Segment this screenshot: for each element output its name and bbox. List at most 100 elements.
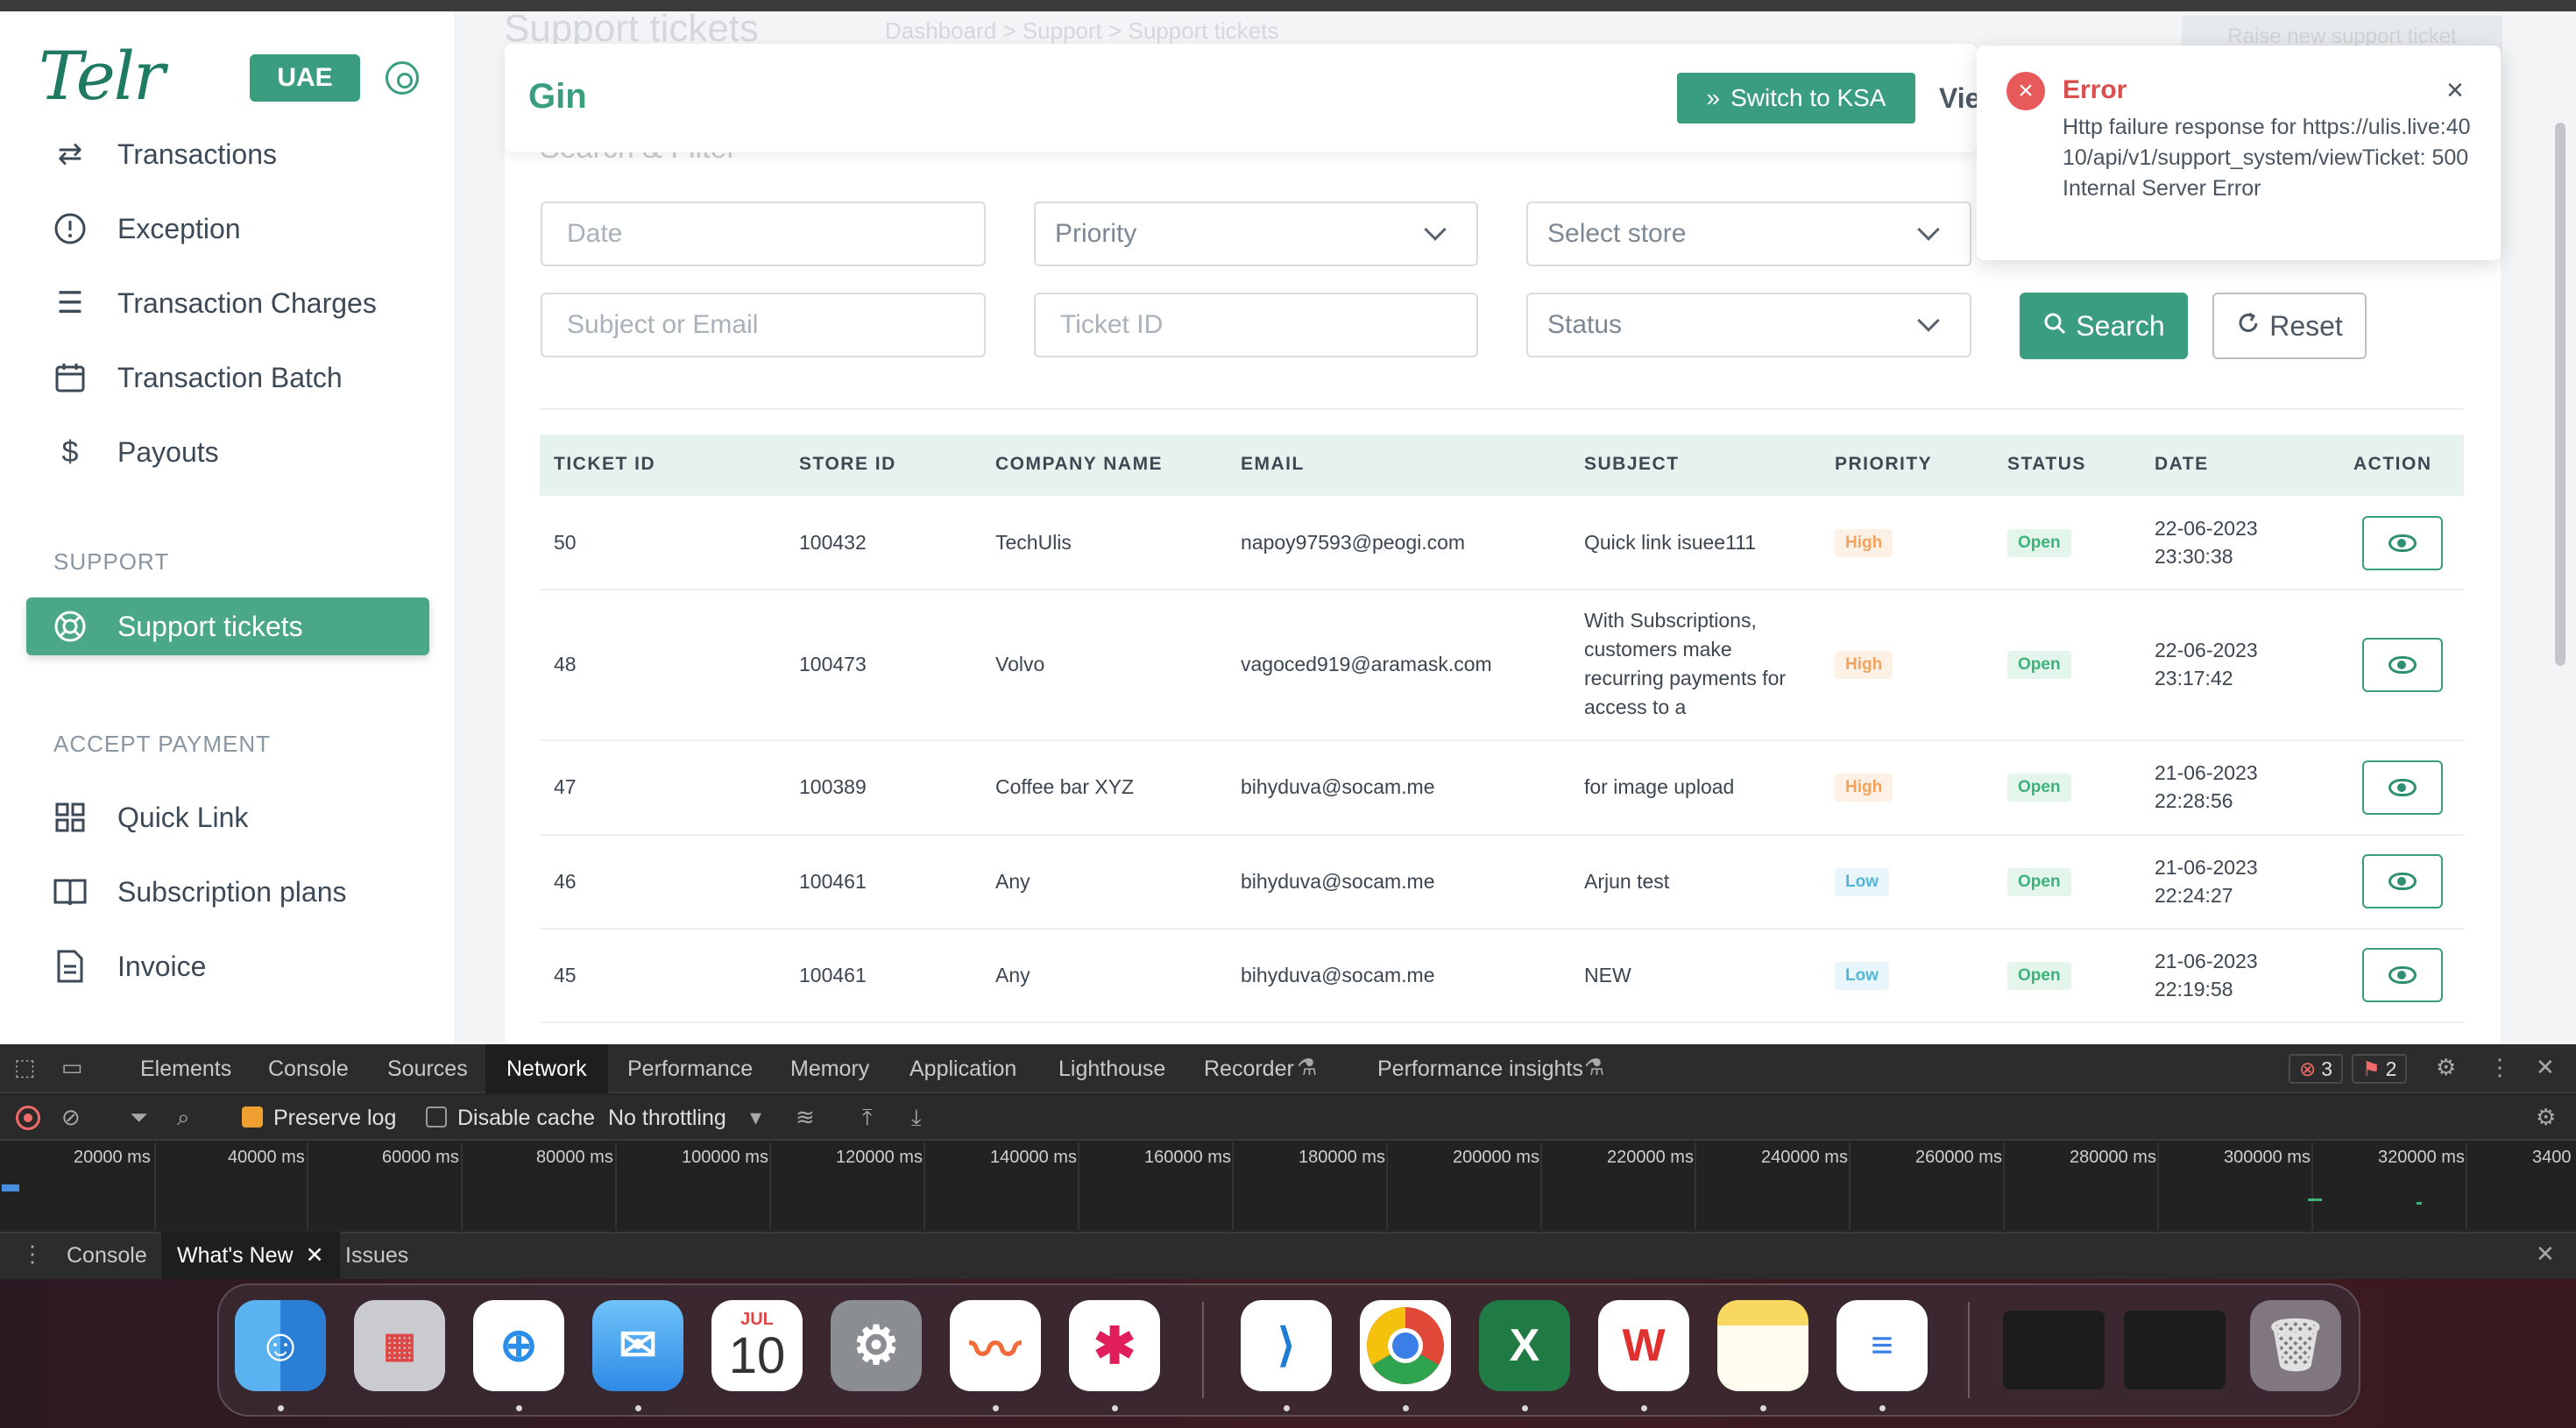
drawer-tab-whats-new[interactable]: What's New ✕ xyxy=(161,1232,340,1279)
view-link-partial[interactable]: Vie xyxy=(1939,82,1980,115)
tab-memory[interactable]: Memory xyxy=(769,1044,890,1093)
gear-icon[interactable]: ⚙ xyxy=(2536,1104,2556,1131)
tab-performance-insights[interactable]: Performance insights xyxy=(1356,1044,1604,1093)
tab-elements[interactable]: Elements xyxy=(119,1044,252,1093)
finder-icon[interactable]: ☺ xyxy=(235,1300,326,1391)
throttling-select[interactable]: No throttling xyxy=(608,1106,726,1131)
subject-cell: Arjun test xyxy=(1584,870,1670,893)
view-ticket-button[interactable] xyxy=(2362,516,2443,570)
sidebar-item-subscription-plans[interactable]: Subscription plans xyxy=(26,863,429,921)
upload-icon[interactable]: ⤒ xyxy=(862,1104,873,1132)
close-icon[interactable]: × xyxy=(2446,74,2464,108)
clear-icon[interactable]: ⊘ xyxy=(61,1104,81,1131)
sidebar-item-exception[interactable]: Exception xyxy=(26,200,429,258)
tab-console[interactable]: Console xyxy=(247,1044,370,1093)
view-ticket-button[interactable] xyxy=(2362,854,2443,908)
column-header[interactable]: ACTION xyxy=(2353,454,2432,475)
chrome-icon[interactable] xyxy=(1360,1300,1451,1391)
region-button[interactable]: UAE xyxy=(250,54,360,102)
column-header[interactable]: DATE xyxy=(2155,454,2209,475)
tick-line xyxy=(1695,1142,1696,1230)
column-header[interactable]: STATUS xyxy=(2007,454,2086,475)
tab-performance[interactable]: Performance xyxy=(606,1044,774,1093)
close-icon[interactable]: ✕ xyxy=(306,1242,324,1269)
gear-icon[interactable]: ⚙ xyxy=(2436,1054,2456,1081)
column-header[interactable]: SUBJECT xyxy=(1584,454,1680,475)
close-icon[interactable]: ✕ xyxy=(2536,1054,2555,1081)
telr-logo[interactable]: Telr xyxy=(39,37,165,115)
sidebar-item-quick-link[interactable]: Quick Link xyxy=(26,788,429,846)
column-header[interactable]: STORE ID xyxy=(799,454,896,475)
disable-cache-checkbox[interactable] xyxy=(426,1106,447,1128)
ticket-id-input[interactable]: Ticket ID xyxy=(1034,293,1478,357)
subject-email-input[interactable]: Subject or Email xyxy=(541,293,986,357)
chevron-down-icon[interactable]: ▾ xyxy=(750,1104,761,1131)
sidebar-item-invoice[interactable]: Invoice xyxy=(26,937,429,995)
search-button[interactable]: Search xyxy=(2020,293,2188,359)
freeform-icon[interactable]: 〰 xyxy=(950,1300,1041,1391)
device-toggle-icon[interactable]: ▭ xyxy=(61,1054,83,1081)
mail-icon[interactable]: ✉ xyxy=(592,1300,683,1391)
drawer-tab-issues[interactable]: Issues xyxy=(329,1232,424,1279)
more-vertical-icon[interactable]: ⋮ xyxy=(2488,1054,2511,1081)
view-ticket-button[interactable] xyxy=(2362,760,2443,815)
window-thumbnail-notes[interactable] xyxy=(2003,1311,2105,1389)
date-input[interactable]: Date xyxy=(541,201,986,266)
timeline-tick: 120000 ms xyxy=(836,1148,923,1167)
scrollbar[interactable] xyxy=(2555,123,2565,666)
sidebar-item-payouts[interactable]: $ Payouts xyxy=(26,423,429,481)
subject-cell: With Subscriptions, customers make recur… xyxy=(1584,609,1787,718)
filter-icon[interactable]: ⏷ xyxy=(130,1104,148,1132)
sidebar-item-transactions[interactable]: ⇄ Transactions xyxy=(26,125,429,183)
tab-recorder[interactable]: Recorder xyxy=(1183,1044,1315,1093)
preserve-log-checkbox[interactable] xyxy=(242,1106,263,1128)
close-icon[interactable]: ✕ xyxy=(2536,1241,2555,1268)
window-thumbnail-vscode[interactable] xyxy=(2124,1311,2226,1389)
search-icon[interactable]: ⌕ xyxy=(177,1104,190,1132)
tab-sources[interactable]: Sources xyxy=(366,1044,489,1093)
timeline-tick: 180000 ms xyxy=(1299,1148,1385,1167)
view-ticket-button[interactable] xyxy=(2362,638,2443,692)
record-icon[interactable] xyxy=(16,1106,40,1130)
priority-select[interactable]: Priority xyxy=(1034,201,1478,266)
view-ticket-button[interactable] xyxy=(2362,948,2443,1002)
column-header[interactable]: COMPANY NAME xyxy=(995,454,1163,475)
network-conditions-icon[interactable]: ≋ xyxy=(796,1104,815,1131)
launchpad-icon[interactable]: ▦ xyxy=(354,1300,445,1391)
column-header[interactable]: EMAIL xyxy=(1241,454,1305,475)
slack-icon[interactable]: ✱ xyxy=(1069,1300,1160,1391)
excel-icon[interactable]: X xyxy=(1479,1300,1570,1391)
notes-icon[interactable] xyxy=(1717,1300,1808,1391)
inspect-element-icon[interactable]: ⬚ xyxy=(14,1054,36,1081)
reset-button[interactable]: Reset xyxy=(2212,293,2367,359)
date-cell: 21-06-2023 xyxy=(2155,761,2258,784)
row-divider xyxy=(540,834,2464,836)
sidebar-item-support-tickets[interactable]: Support tickets xyxy=(26,597,429,655)
download-icon[interactable]: ⤓ xyxy=(911,1104,922,1132)
error-counter[interactable]: ⊗ 3 xyxy=(2289,1054,2344,1084)
tab-lighthouse[interactable]: Lighthouse xyxy=(1037,1044,1186,1093)
system-settings-icon[interactable]: ⚙ xyxy=(831,1300,922,1391)
more-vertical-icon[interactable]: ⋮ xyxy=(21,1241,44,1268)
drawer-tab-console[interactable]: Console xyxy=(51,1232,163,1279)
column-header[interactable]: TICKET ID xyxy=(554,454,655,475)
store-select[interactable]: Select store xyxy=(1526,201,1971,266)
tab-application[interactable]: Application xyxy=(888,1044,1037,1093)
issue-counter[interactable]: ⚑ 2 xyxy=(2352,1054,2408,1084)
wps-office-icon[interactable]: W xyxy=(1598,1300,1689,1391)
safari-icon[interactable]: ⊕ xyxy=(473,1300,564,1391)
chevron-down-icon xyxy=(1424,218,1447,241)
sidebar-item-transaction-charges[interactable]: ☰ Transaction Charges xyxy=(26,274,429,332)
column-header[interactable]: PRIORITY xyxy=(1835,454,1932,475)
status-select[interactable]: Status xyxy=(1526,293,1971,357)
sidebar-item-transaction-batch[interactable]: Transaction Batch xyxy=(26,349,429,406)
region-target-icon[interactable] xyxy=(386,61,419,95)
calendar-app-icon[interactable]: JUL 10 xyxy=(711,1300,803,1391)
trash-icon[interactable]: 🗑 xyxy=(2250,1300,2341,1391)
vscode-icon[interactable]: ⟩ xyxy=(1241,1300,1332,1391)
textedit-icon[interactable]: ≡ xyxy=(1836,1300,1928,1391)
tab-network[interactable]: Network xyxy=(485,1044,608,1093)
refresh-icon xyxy=(2236,310,2261,343)
switch-ksa-button[interactable]: » Switch to KSA xyxy=(1677,73,1915,124)
tick-line xyxy=(461,1142,463,1230)
